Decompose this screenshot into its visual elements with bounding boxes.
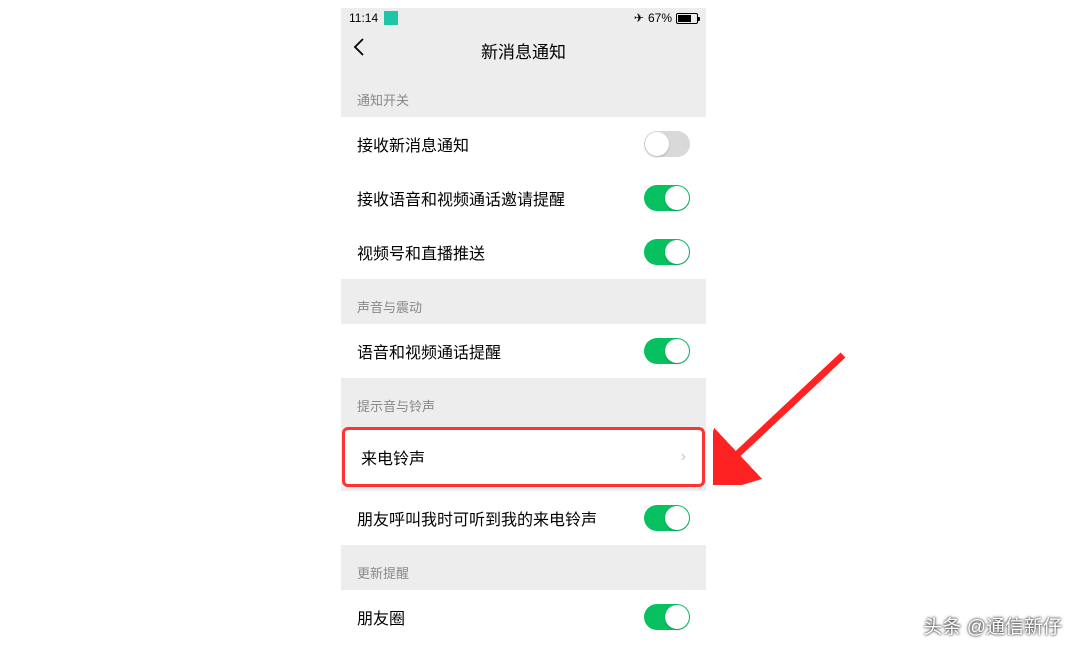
- back-button[interactable]: [341, 37, 377, 63]
- item-receive-voice-video[interactable]: 接收语音和视频通话邀请提醒: [341, 171, 706, 225]
- annotation-arrow: [713, 345, 853, 485]
- toggle-voice-video-alert[interactable]: [644, 338, 690, 364]
- item-moments[interactable]: 朋友圈: [341, 590, 706, 634]
- airplane-icon: ✈: [634, 11, 644, 25]
- phone-screen: 11:14 ✈ 67% 新消息通知 通知开关 接收新消息通知 接收语音和视频通话…: [341, 8, 706, 634]
- toggle-channel-live[interactable]: [644, 239, 690, 265]
- chevron-left-icon: [353, 37, 365, 57]
- item-receive-new-msg[interactable]: 接收新消息通知: [341, 117, 706, 171]
- nav-header: 新消息通知: [341, 28, 706, 72]
- page-title: 新消息通知: [341, 38, 706, 63]
- item-label: 接收新消息通知: [357, 132, 469, 156]
- section-update-reminder: 更新提醒: [341, 545, 706, 590]
- battery-percent: 67%: [648, 11, 672, 25]
- highlight-box: 来电铃声 ›: [342, 427, 705, 487]
- item-label: 接收语音和视频通话邀请提醒: [357, 186, 565, 210]
- section-sound-vibrate: 声音与震动: [341, 279, 706, 324]
- item-label: 来电铃声: [361, 445, 425, 469]
- toggle-receive-voice-video[interactable]: [644, 185, 690, 211]
- section-notify-switch: 通知开关: [341, 72, 706, 117]
- item-label: 朋友圈: [357, 605, 405, 629]
- item-channel-live[interactable]: 视频号和直播推送: [341, 225, 706, 279]
- item-label: 朋友呼叫我时可听到我的来电铃声: [357, 506, 597, 530]
- item-voice-video-alert[interactable]: 语音和视频通话提醒: [341, 324, 706, 378]
- item-friend-ringtone[interactable]: 朋友呼叫我时可听到我的来电铃声: [341, 491, 706, 545]
- item-incoming-ringtone[interactable]: 来电铃声 ›: [345, 430, 702, 484]
- scan-icon: [384, 11, 398, 25]
- status-time: 11:14: [349, 11, 378, 25]
- item-label: 语音和视频通话提醒: [357, 339, 501, 363]
- watermark: 头条 @通信新仔: [923, 612, 1062, 639]
- toggle-moments[interactable]: [644, 604, 690, 630]
- chevron-right-icon: ›: [681, 448, 686, 466]
- battery-icon: [676, 13, 698, 24]
- status-bar: 11:14 ✈ 67%: [341, 8, 706, 28]
- item-label: 视频号和直播推送: [357, 240, 485, 264]
- toggle-receive-new-msg[interactable]: [644, 131, 690, 157]
- section-tone-ring: 提示音与铃声: [341, 378, 706, 423]
- toggle-friend-ringtone[interactable]: [644, 505, 690, 531]
